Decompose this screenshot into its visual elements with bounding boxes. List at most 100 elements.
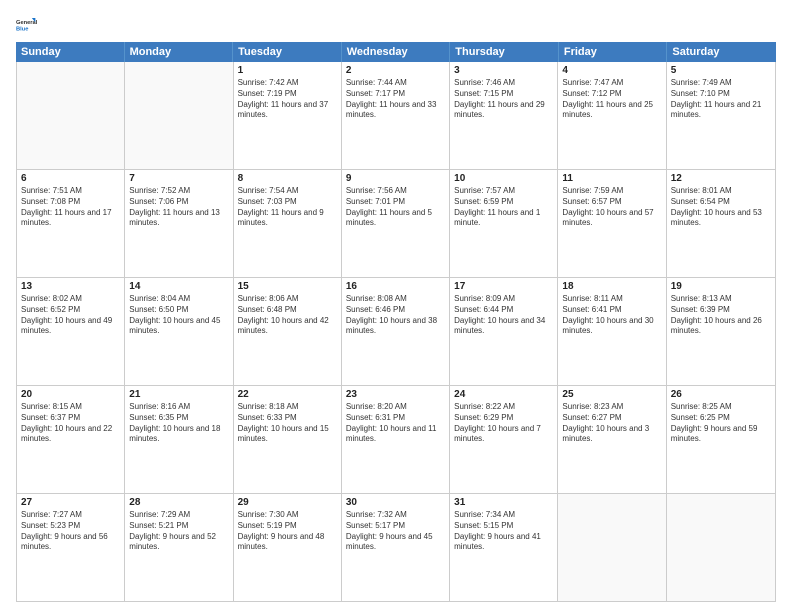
- day-number: 29: [238, 497, 337, 508]
- cell-info: Sunrise: 7:42 AM Sunset: 7:19 PM Dayligh…: [238, 78, 337, 121]
- cell-info: Sunrise: 7:30 AM Sunset: 5:19 PM Dayligh…: [238, 510, 337, 553]
- cell-info: Sunrise: 8:22 AM Sunset: 6:29 PM Dayligh…: [454, 402, 553, 445]
- calendar-cell: 3Sunrise: 7:46 AM Sunset: 7:15 PM Daylig…: [450, 62, 558, 169]
- cell-info: Sunrise: 7:59 AM Sunset: 6:57 PM Dayligh…: [562, 186, 661, 229]
- cell-info: Sunrise: 7:51 AM Sunset: 7:08 PM Dayligh…: [21, 186, 120, 229]
- day-number: 16: [346, 281, 445, 292]
- calendar-cell: 16 Sunrise: 8:08 AM Sunset: 6:46 PM Dayli…: [342, 278, 450, 385]
- calendar-cell: 24 Sunrise: 8:22 AM Sunset: 6:29 PM Dayli…: [450, 386, 558, 493]
- calendar-cell: 14 Sunrise: 8:04 AM Sunset: 6:50 PM Dayli…: [125, 278, 233, 385]
- day-number: 24: [454, 389, 553, 400]
- calendar-cell: 30 Sunrise: 7:32 AM Sunset: 5:17 PM Dayli…: [342, 494, 450, 601]
- calendar-cell: 21 Sunrise: 8:16 AM Sunset: 6:35 PM Dayli…: [125, 386, 233, 493]
- day-number: 23: [346, 389, 445, 400]
- day-number: 21: [129, 389, 228, 400]
- cell-info: Sunrise: 8:01 AM Sunset: 6:54 PM Dayligh…: [671, 186, 771, 229]
- day-number: 15: [238, 281, 337, 292]
- header-day-friday: Friday: [559, 42, 668, 62]
- day-number: 26: [671, 389, 771, 400]
- cell-info: Sunrise: 7:56 AM Sunset: 7:01 PM Dayligh…: [346, 186, 445, 229]
- cell-info: Sunrise: 7:44 AM Sunset: 7:17 PM Dayligh…: [346, 78, 445, 121]
- calendar-cell: 27 Sunrise: 7:27 AM Sunset: 5:23 PM Dayli…: [17, 494, 125, 601]
- header-day-monday: Monday: [125, 42, 234, 62]
- cell-info: Sunrise: 8:25 AM Sunset: 6:25 PM Dayligh…: [671, 402, 771, 445]
- cell-info: Sunrise: 7:54 AM Sunset: 7:03 PM Dayligh…: [238, 186, 337, 229]
- cell-info: Sunrise: 7:27 AM Sunset: 5:23 PM Dayligh…: [21, 510, 120, 553]
- cell-info: Sunrise: 8:23 AM Sunset: 6:27 PM Dayligh…: [562, 402, 661, 445]
- header-day-sunday: Sunday: [16, 42, 125, 62]
- header-day-wednesday: Wednesday: [342, 42, 451, 62]
- cell-info: Sunrise: 7:32 AM Sunset: 5:17 PM Dayligh…: [346, 510, 445, 553]
- calendar-week-5: 27 Sunrise: 7:27 AM Sunset: 5:23 PM Dayli…: [17, 494, 775, 601]
- cell-info: Sunrise: 8:02 AM Sunset: 6:52 PM Dayligh…: [21, 294, 120, 337]
- cell-info: Sunrise: 7:52 AM Sunset: 7:06 PM Dayligh…: [129, 186, 228, 229]
- cell-info: Sunrise: 7:47 AM Sunset: 7:12 PM Dayligh…: [562, 78, 661, 121]
- calendar-header-row: SundayMondayTuesdayWednesdayThursdayFrid…: [16, 42, 776, 62]
- day-number: 30: [346, 497, 445, 508]
- calendar-cell: 4 Sunrise: 7:47 AM Sunset: 7:12 PM Daylig…: [558, 62, 666, 169]
- calendar-cell: 17 Sunrise: 8:09 AM Sunset: 6:44 PM Dayli…: [450, 278, 558, 385]
- calendar-week-3: 13 Sunrise: 8:02 AM Sunset: 6:52 PM Dayli…: [17, 278, 775, 386]
- day-number: 1: [238, 65, 337, 76]
- day-number: 5: [671, 65, 771, 76]
- cell-info: Sunrise: 7:46 AM Sunset: 7:15 PM Dayligh…: [454, 78, 553, 121]
- cell-info: Sunrise: 8:06 AM Sunset: 6:48 PM Dayligh…: [238, 294, 337, 337]
- cell-info: Sunrise: 8:20 AM Sunset: 6:31 PM Dayligh…: [346, 402, 445, 445]
- cell-info: Sunrise: 7:29 AM Sunset: 5:21 PM Dayligh…: [129, 510, 228, 553]
- day-number: 10: [454, 173, 553, 184]
- calendar-cell: 6 Sunrise: 7:51 AM Sunset: 7:08 PM Daylig…: [17, 170, 125, 277]
- day-number: 14: [129, 281, 228, 292]
- calendar-cell: 12 Sunrise: 8:01 AM Sunset: 6:54 PM Dayli…: [667, 170, 775, 277]
- calendar-cell: 19Sunrise: 8:13 AM Sunset: 6:39 PM Dayli…: [667, 278, 775, 385]
- calendar-cell: 2 Sunrise: 7:44 AM Sunset: 7:17 PM Daylig…: [342, 62, 450, 169]
- cell-info: Sunrise: 8:16 AM Sunset: 6:35 PM Dayligh…: [129, 402, 228, 445]
- calendar-cell: 11 Sunrise: 7:59 AM Sunset: 6:57 PM Dayli…: [558, 170, 666, 277]
- svg-text:Blue: Blue: [16, 27, 28, 33]
- calendar-cell: [125, 62, 233, 169]
- calendar-cell: [17, 62, 125, 169]
- calendar-cell: 10 Sunrise: 7:57 AM Sunset: 6:59 PM Dayli…: [450, 170, 558, 277]
- calendar-cell: 25Sunrise: 8:23 AM Sunset: 6:27 PM Dayli…: [558, 386, 666, 493]
- header-day-tuesday: Tuesday: [233, 42, 342, 62]
- logo: GeneralBlue: [16, 14, 38, 36]
- day-number: 9: [346, 173, 445, 184]
- calendar-cell: 18Sunrise: 8:11 AM Sunset: 6:41 PM Dayli…: [558, 278, 666, 385]
- day-number: 20: [21, 389, 120, 400]
- day-number: 27: [21, 497, 120, 508]
- cell-info: Sunrise: 8:08 AM Sunset: 6:46 PM Dayligh…: [346, 294, 445, 337]
- cell-info: Sunrise: 7:34 AM Sunset: 5:15 PM Dayligh…: [454, 510, 553, 553]
- day-number: 4: [562, 65, 661, 76]
- day-number: 31: [454, 497, 553, 508]
- calendar-cell: 23 Sunrise: 8:20 AM Sunset: 6:31 PM Dayli…: [342, 386, 450, 493]
- day-number: 11: [562, 173, 661, 184]
- cell-info: Sunrise: 8:04 AM Sunset: 6:50 PM Dayligh…: [129, 294, 228, 337]
- calendar-cell: 15 Sunrise: 8:06 AM Sunset: 6:48 PM Dayli…: [234, 278, 342, 385]
- day-number: 28: [129, 497, 228, 508]
- calendar-cell: 13 Sunrise: 8:02 AM Sunset: 6:52 PM Dayli…: [17, 278, 125, 385]
- cell-info: Sunrise: 7:49 AM Sunset: 7:10 PM Dayligh…: [671, 78, 771, 121]
- header-day-thursday: Thursday: [450, 42, 559, 62]
- calendar-body: 1 Sunrise: 7:42 AM Sunset: 7:19 PM Daylig…: [16, 62, 776, 602]
- day-number: 12: [671, 173, 771, 184]
- calendar-week-1: 1 Sunrise: 7:42 AM Sunset: 7:19 PM Daylig…: [17, 62, 775, 170]
- cell-info: Sunrise: 8:09 AM Sunset: 6:44 PM Dayligh…: [454, 294, 553, 337]
- cell-info: Sunrise: 8:18 AM Sunset: 6:33 PM Dayligh…: [238, 402, 337, 445]
- day-number: 6: [21, 173, 120, 184]
- calendar-cell: 28 Sunrise: 7:29 AM Sunset: 5:21 PM Dayli…: [125, 494, 233, 601]
- calendar-cell: 29 Sunrise: 7:30 AM Sunset: 5:19 PM Dayli…: [234, 494, 342, 601]
- day-number: 7: [129, 173, 228, 184]
- day-number: 17: [454, 281, 553, 292]
- day-number: 22: [238, 389, 337, 400]
- calendar-cell: [667, 494, 775, 601]
- cell-info: Sunrise: 7:57 AM Sunset: 6:59 PM Dayligh…: [454, 186, 553, 229]
- day-number: 19: [671, 281, 771, 292]
- day-number: 13: [21, 281, 120, 292]
- day-number: 8: [238, 173, 337, 184]
- calendar-cell: 26 Sunrise: 8:25 AM Sunset: 6:25 PM Dayli…: [667, 386, 775, 493]
- calendar-cell: 9 Sunrise: 7:56 AM Sunset: 7:01 PM Daylig…: [342, 170, 450, 277]
- calendar-cell: 7 Sunrise: 7:52 AM Sunset: 7:06 PM Daylig…: [125, 170, 233, 277]
- day-number: 2: [346, 65, 445, 76]
- calendar-cell: 1 Sunrise: 7:42 AM Sunset: 7:19 PM Daylig…: [234, 62, 342, 169]
- calendar-cell: 22 Sunrise: 8:18 AM Sunset: 6:33 PM Dayli…: [234, 386, 342, 493]
- calendar-cell: 31 Sunrise: 7:34 AM Sunset: 5:15 PM Dayli…: [450, 494, 558, 601]
